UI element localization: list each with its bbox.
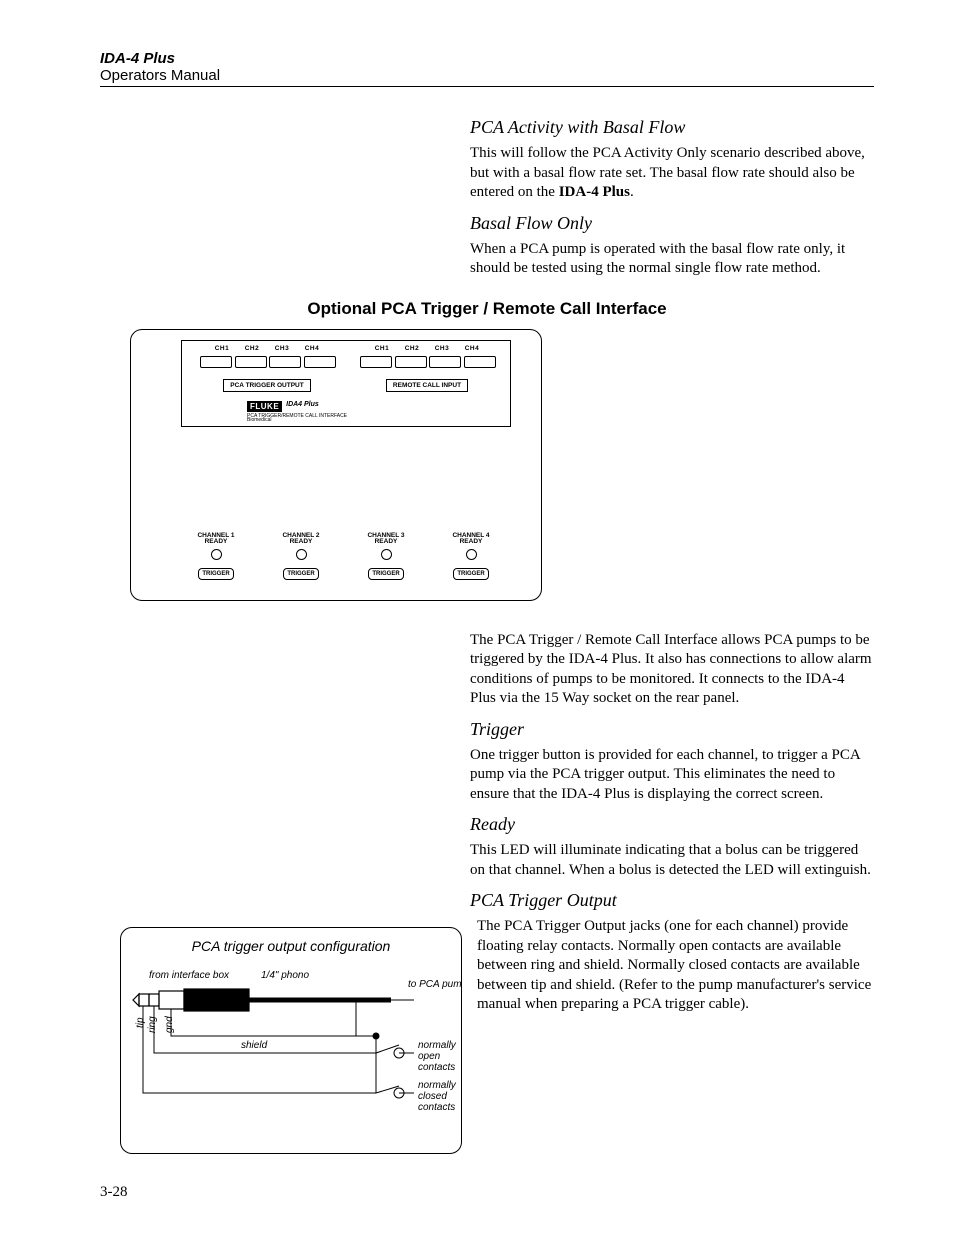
jack-icon bbox=[395, 356, 427, 368]
brand-logo: FLUKE bbox=[247, 401, 282, 412]
para-interface-intro: The PCA Trigger / Remote Call Interface … bbox=[470, 631, 874, 709]
label-from-interface: from interface box bbox=[149, 970, 230, 981]
jack-icon bbox=[200, 356, 232, 368]
ready-led-icon bbox=[381, 549, 392, 560]
diagram-interface-box: CH1CH2CH3CH4 PCA TRIGGER OUTPUT CH1CH2CH… bbox=[130, 329, 542, 601]
para-pca-output: The PCA Trigger Output jacks (one for ea… bbox=[477, 917, 874, 1015]
jack-icon bbox=[304, 356, 336, 368]
heading-pca-output: PCA Trigger Output bbox=[470, 890, 874, 911]
para-basal-only: When a PCA pump is operated with the bas… bbox=[470, 240, 874, 279]
heading-pca-basal: PCA Activity with Basal Flow bbox=[470, 117, 874, 138]
header-title: IDA-4 Plus bbox=[100, 50, 874, 67]
label-tip: tip bbox=[135, 1017, 146, 1028]
channel-4-group: CHANNEL 4READY TRIGGER bbox=[441, 533, 501, 580]
label-remote-call-input: REMOTE CALL INPUT bbox=[386, 379, 468, 392]
ready-led-icon bbox=[466, 549, 477, 560]
label-normally-closed: normally closed contacts bbox=[418, 1080, 459, 1113]
label-phono: 1/4" phono bbox=[261, 970, 309, 981]
label-to-pump: to PCA pump bbox=[408, 979, 461, 990]
label-normally-open: normally open contacts bbox=[418, 1040, 459, 1073]
section-title-optional: Optional PCA Trigger / Remote Call Inter… bbox=[100, 299, 874, 319]
header-subtitle: Operators Manual bbox=[100, 67, 874, 84]
channel-2-group: CHANNEL 2READY TRIGGER bbox=[271, 533, 331, 580]
label-ring: ring bbox=[147, 1016, 158, 1033]
trigger-button-ch3[interactable]: TRIGGER bbox=[368, 568, 403, 580]
trigger-button-ch4[interactable]: TRIGGER bbox=[453, 568, 488, 580]
jack-icon bbox=[269, 356, 301, 368]
jack-icon bbox=[429, 356, 461, 368]
label-pca-trigger-output: PCA TRIGGER OUTPUT bbox=[223, 379, 310, 392]
jack-icon bbox=[464, 356, 496, 368]
page-number: 3-28 bbox=[100, 1184, 874, 1201]
label-gnd: gnd bbox=[164, 1016, 175, 1033]
channel-1-group: CHANNEL 1READY TRIGGER bbox=[186, 533, 246, 580]
iface-top-panel: CH1CH2CH3CH4 PCA TRIGGER OUTPUT CH1CH2CH… bbox=[181, 340, 511, 427]
para-trigger: One trigger button is provided for each … bbox=[470, 746, 874, 805]
channel-3-group: CHANNEL 3READY TRIGGER bbox=[356, 533, 416, 580]
jack-icon bbox=[235, 356, 267, 368]
trigger-button-ch2[interactable]: TRIGGER bbox=[283, 568, 318, 580]
ready-led-icon bbox=[211, 549, 222, 560]
para-pca-basal: This will follow the PCA Activity Only s… bbox=[470, 144, 874, 203]
cable-schematic-svg: from interface box 1/4" phono to PCA pum… bbox=[121, 928, 461, 1153]
trigger-button-ch1[interactable]: TRIGGER bbox=[198, 568, 233, 580]
para-ready: This LED will illuminate indicating that… bbox=[470, 841, 874, 880]
heading-ready: Ready bbox=[470, 814, 874, 835]
page-header: IDA-4 Plus Operators Manual bbox=[100, 50, 874, 87]
heading-basal-only: Basal Flow Only bbox=[470, 213, 874, 234]
label-shield: shield bbox=[241, 1040, 268, 1051]
jack-icon bbox=[360, 356, 392, 368]
diagram-cable-config: PCA trigger output configuration bbox=[120, 927, 462, 1154]
heading-trigger: Trigger bbox=[470, 719, 874, 740]
ready-led-icon bbox=[296, 549, 307, 560]
